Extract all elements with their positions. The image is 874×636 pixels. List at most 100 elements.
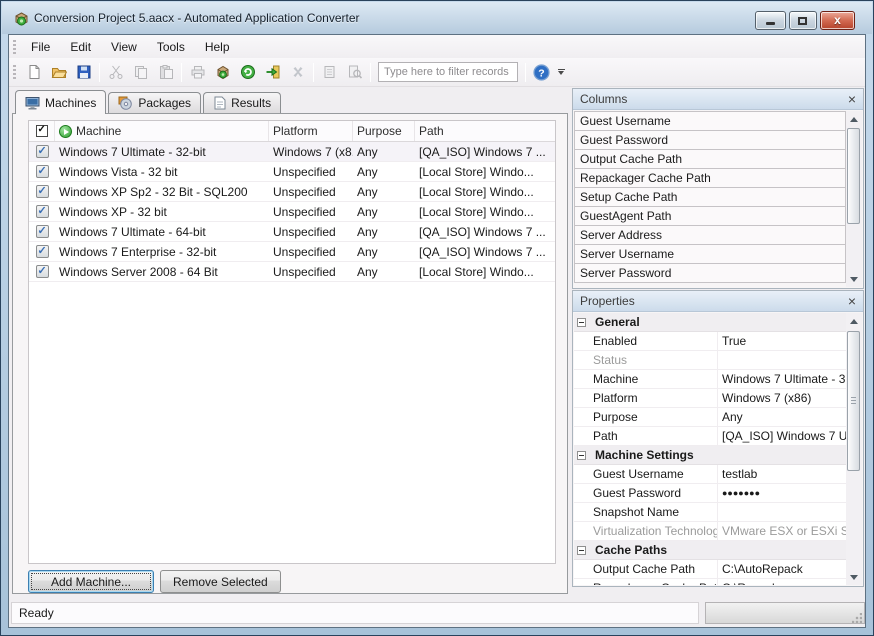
property-section[interactable]: General xyxy=(574,313,846,332)
property-row[interactable]: Machine Windows 7 Ultimate - 3 xyxy=(574,370,846,389)
scroll-down-icon[interactable] xyxy=(846,271,862,287)
property-row[interactable]: Purpose Any xyxy=(574,408,846,427)
property-row[interactable]: Guest Username testlab xyxy=(574,465,846,484)
close-button[interactable]: x xyxy=(820,11,855,30)
property-value[interactable]: True xyxy=(717,332,846,350)
property-row[interactable]: Enabled True xyxy=(574,332,846,351)
list-item[interactable]: Server Username xyxy=(574,244,846,264)
menu-help[interactable]: Help xyxy=(195,37,240,57)
column-header-platform[interactable]: Platform xyxy=(269,121,353,141)
list-item[interactable]: Repackager Cache Path xyxy=(574,168,846,188)
close-icon: x xyxy=(821,13,854,27)
list-item[interactable]: Setup Cache Path xyxy=(574,187,846,207)
list-item[interactable]: Output Cache Path xyxy=(574,149,846,169)
property-value[interactable]: testlab xyxy=(717,465,846,483)
property-label: Output Cache Path xyxy=(574,562,717,576)
toolbar-overflow-button[interactable] xyxy=(554,62,568,82)
row-checkbox[interactable] xyxy=(36,245,49,258)
table-row[interactable]: Windows 7 Enterprise - 32-bit Unspecifie… xyxy=(29,242,555,262)
menu-file[interactable]: File xyxy=(21,37,60,57)
property-row[interactable]: Snapshot Name xyxy=(574,503,846,522)
table-row[interactable]: Windows 7 Ultimate - 32-bit Windows 7 (x… xyxy=(29,142,555,162)
row-checkbox[interactable] xyxy=(36,165,49,178)
close-icon[interactable]: × xyxy=(848,294,856,308)
resize-grip[interactable] xyxy=(852,613,862,623)
property-row[interactable]: Path [QA_ISO] Windows 7 Ul xyxy=(574,427,846,446)
tab-results[interactable]: Results xyxy=(203,92,281,113)
menu-edit[interactable]: Edit xyxy=(60,37,101,57)
export-button[interactable] xyxy=(261,61,284,84)
table-row[interactable]: Windows XP Sp2 - 32 Bit - SQL200 Unspeci… xyxy=(29,182,555,202)
row-checkbox[interactable] xyxy=(36,225,49,238)
menu-view[interactable]: View xyxy=(101,37,147,57)
list-item[interactable]: Server Password xyxy=(574,263,846,283)
scroll-up-icon[interactable] xyxy=(846,111,862,127)
select-all-checkbox-box[interactable] xyxy=(36,125,48,137)
filter-records-input[interactable] xyxy=(378,62,518,82)
minimize-button[interactable] xyxy=(755,11,786,30)
property-value[interactable]: [QA_ISO] Windows 7 Ul xyxy=(717,427,846,445)
property-label: Platform xyxy=(574,391,717,405)
maximize-button[interactable] xyxy=(789,11,817,30)
section-label: Cache Paths xyxy=(591,543,667,557)
tab-packages[interactable]: Packages xyxy=(108,92,201,113)
select-all-checkbox[interactable] xyxy=(29,121,55,141)
property-row[interactable]: Platform Windows 7 (x86) xyxy=(574,389,846,408)
close-icon[interactable]: × xyxy=(848,92,856,106)
remove-selected-button[interactable]: Remove Selected xyxy=(160,570,281,593)
list-item[interactable]: Guest Password xyxy=(574,130,846,150)
table-row[interactable]: Windows 7 Ultimate - 64-bit Unspecified … xyxy=(29,222,555,242)
column-header-path[interactable]: Path xyxy=(415,121,555,141)
property-value[interactable]: Windows 7 (x86) xyxy=(717,389,846,407)
new-document-button[interactable] xyxy=(22,61,45,84)
cell-platform: Windows 7 (x8... xyxy=(269,145,353,159)
property-value[interactable]: Any xyxy=(717,408,846,426)
run-conversion-button[interactable] xyxy=(236,61,259,84)
property-section[interactable]: Cache Paths xyxy=(574,541,846,560)
row-checkbox[interactable] xyxy=(36,205,49,218)
status-bar: Ready xyxy=(9,600,865,627)
table-row[interactable]: Windows Vista - 32 bit Unspecified Any [… xyxy=(29,162,555,182)
scrollbar-thumb[interactable] xyxy=(847,331,860,471)
collapse-icon[interactable] xyxy=(577,451,586,460)
tab-label: Results xyxy=(231,96,271,110)
property-value[interactable]: ●●●●●●● xyxy=(717,484,846,502)
column-header-purpose[interactable]: Purpose xyxy=(353,121,415,141)
property-row[interactable]: Repackager Cache Path C:\Repackager xyxy=(574,579,846,585)
column-header-machine[interactable]: Machine xyxy=(55,121,269,141)
add-machine-button[interactable]: Add Machine... xyxy=(28,570,154,593)
property-row[interactable]: Virtualization Technolog VMware ESX or E… xyxy=(574,522,846,541)
row-checkbox[interactable] xyxy=(36,185,49,198)
collapse-icon[interactable] xyxy=(577,546,586,555)
property-row[interactable]: Guest Password ●●●●●●● xyxy=(574,484,846,503)
property-value[interactable] xyxy=(717,503,846,521)
property-value[interactable]: C:\Repackager xyxy=(717,579,846,585)
open-button[interactable] xyxy=(47,61,70,84)
cell-purpose: Any xyxy=(353,145,415,159)
property-value[interactable]: C:\AutoRepack xyxy=(717,560,846,578)
scrollbar-thumb[interactable] xyxy=(847,128,860,224)
scroll-down-icon[interactable] xyxy=(846,569,862,585)
property-row[interactable]: Output Cache Path C:\AutoRepack xyxy=(574,560,846,579)
cell-path: [Local Store] Windo... xyxy=(415,265,555,279)
table-row[interactable]: Windows XP - 32 bit Unspecified Any [Loc… xyxy=(29,202,555,222)
list-item[interactable]: Guest Username xyxy=(574,111,846,131)
property-label: Guest Password xyxy=(574,486,717,500)
properties-scrollbar[interactable] xyxy=(846,313,862,585)
columns-scrollbar[interactable] xyxy=(846,111,862,287)
row-checkbox[interactable] xyxy=(36,145,49,158)
tab-machines[interactable]: Machines xyxy=(15,90,106,114)
property-section[interactable]: Machine Settings xyxy=(574,446,846,465)
list-item[interactable]: Server Address xyxy=(574,225,846,245)
package-button[interactable] xyxy=(211,61,234,84)
help-button[interactable]: ? xyxy=(530,61,553,84)
list-item[interactable]: GuestAgent Path xyxy=(574,206,846,226)
menu-tools[interactable]: Tools xyxy=(147,37,195,57)
property-row[interactable]: Status xyxy=(574,351,846,370)
scroll-up-icon[interactable] xyxy=(846,313,862,329)
row-checkbox[interactable] xyxy=(36,265,49,278)
save-button[interactable] xyxy=(72,61,95,84)
collapse-icon[interactable] xyxy=(577,318,586,327)
property-value[interactable]: Windows 7 Ultimate - 3 xyxy=(717,370,846,388)
table-row[interactable]: Windows Server 2008 - 64 Bit Unspecified… xyxy=(29,262,555,282)
